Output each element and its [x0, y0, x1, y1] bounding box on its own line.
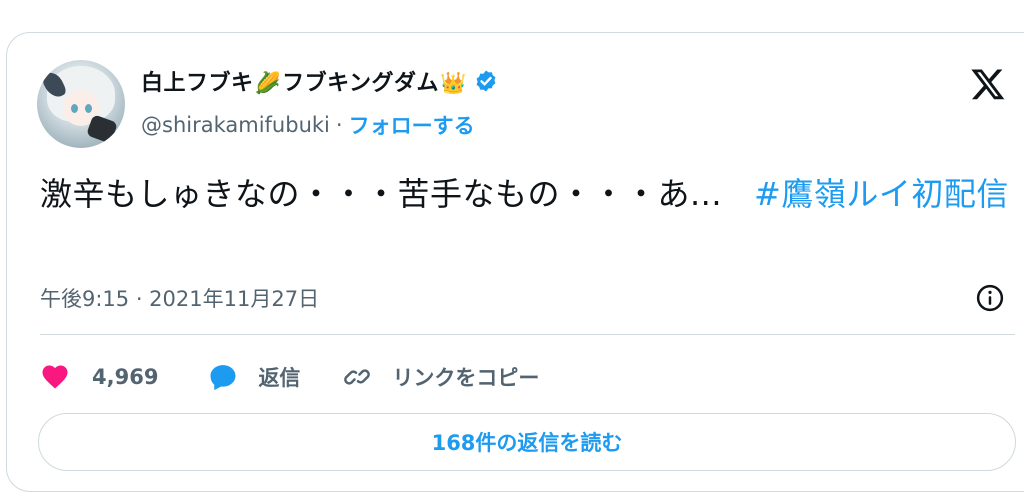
tweet-timestamp[interactable]: 午後9:15 · 2021年11月27日: [40, 283, 319, 313]
action-bar: 4,969 返信 リンクをコピー: [40, 357, 539, 397]
info-icon[interactable]: [975, 283, 1005, 313]
copy-link-button[interactable]: リンクをコピー: [342, 362, 539, 392]
reply-button[interactable]: 返信: [208, 362, 300, 392]
corn-emoji: 🌽: [254, 71, 282, 95]
link-icon: [344, 369, 371, 385]
author-handle[interactable]: @shirakamifubuki: [141, 113, 330, 137]
like-count: 4,969: [92, 365, 159, 389]
display-name-part2: フブキングダム: [282, 71, 440, 96]
avatar[interactable]: [37, 60, 125, 148]
reply-bubble-icon: [210, 365, 236, 391]
read-replies-label: 168件の返信を読む: [431, 431, 623, 455]
display-name[interactable]: 白上フブキ🌽フブキングダム👑: [141, 65, 468, 97]
tweet-body: 激辛もしゅきなの・・・苦手なもの・・・あ...: [40, 175, 723, 213]
handle-row: @shirakamifubuki · フォローする: [141, 108, 475, 142]
divider: [40, 334, 1015, 335]
copy-link-label: リンクをコピー: [392, 366, 540, 390]
x-logo-icon[interactable]: [970, 66, 1006, 102]
read-replies-button[interactable]: 168件の返信を読む: [38, 413, 1016, 471]
heart-icon: [42, 365, 68, 389]
verified-badge-icon: [476, 70, 496, 92]
like-button[interactable]: 4,969: [40, 362, 158, 392]
tweet-text: 激辛もしゅきなの・・・苦手なもの・・・あ... #鷹嶺ルイ初配信: [40, 172, 1010, 217]
follow-link[interactable]: フォローする: [349, 110, 475, 140]
reply-label: 返信: [258, 366, 301, 390]
crown-emoji: 👑: [440, 71, 467, 95]
author-name-row[interactable]: 白上フブキ🌽フブキングダム👑: [141, 64, 498, 98]
hashtag-link[interactable]: #鷹嶺ルイ初配信: [754, 175, 1009, 213]
display-name-part1: 白上フブキ: [141, 71, 254, 96]
separator-dot: ·: [335, 113, 343, 137]
